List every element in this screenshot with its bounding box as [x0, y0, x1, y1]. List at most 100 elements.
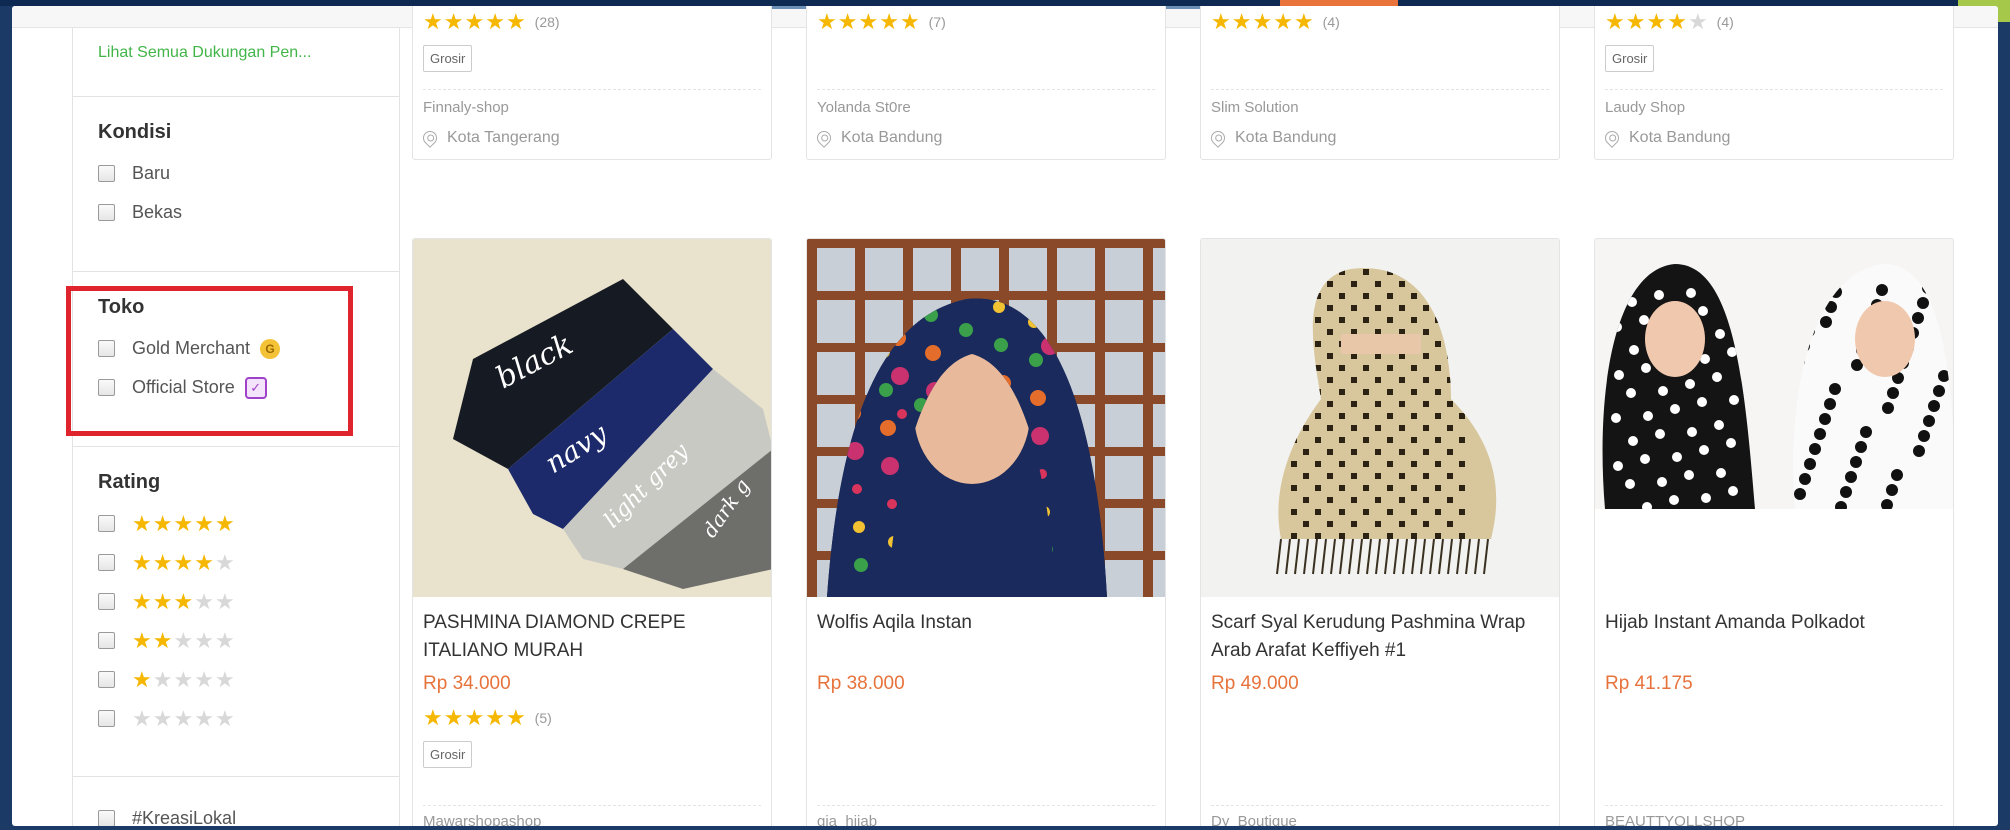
location-text: Kota Bandung — [1629, 129, 1731, 146]
filter-rating-2[interactable]: ★★★★★ — [98, 621, 399, 660]
rating-3-checkbox[interactable] — [98, 593, 115, 610]
shop-name[interactable]: Dy_Boutique — [1211, 813, 1297, 826]
filter-rating-3[interactable]: ★★★★★ — [98, 582, 399, 621]
shop-name[interactable]: gia_hijab — [817, 813, 877, 826]
rating-stars-icon: ★★★★★ — [132, 705, 236, 731]
filter-official-store[interactable]: Official Store ✓ — [98, 368, 399, 407]
rating-stars-icon: ★★★★★ — [1211, 9, 1315, 34]
location-pin-icon — [1602, 128, 1622, 148]
rating-1-checkbox[interactable] — [98, 671, 115, 688]
filter-bekas[interactable]: Bekas — [98, 193, 399, 232]
card-divider — [423, 805, 761, 806]
kreasi-section: #KreasiLokal — [73, 777, 399, 826]
card-divider — [1211, 89, 1549, 90]
product-card-top-3[interactable]: ★★★★★ (4) Slim Solution Kota Bandung — [1200, 6, 1560, 160]
review-count: (28) — [534, 14, 560, 30]
baru-label: Baru — [132, 163, 171, 183]
product-card-1[interactable]: black navy light grey dark g PASHMINA DIAMON… — [412, 238, 772, 826]
kondisi-section: Kondisi Baru Bekas — [73, 97, 399, 272]
rating-4-checkbox[interactable] — [98, 554, 115, 571]
product-name[interactable]: Scarf Syal Kerudung Pashmina Wrap Arab A… — [1201, 597, 1559, 677]
product-image-wrap[interactable]: black navy light grey dark g — [413, 239, 771, 597]
review-count: (4) — [1322, 14, 1340, 30]
filter-rating-0[interactable]: ★★★★★ — [98, 699, 399, 738]
kondisi-title: Kondisi — [98, 121, 172, 143]
support-link[interactable]: Lihat Semua Dukungan Pen... — [98, 28, 399, 96]
official-store-checkbox[interactable] — [98, 379, 115, 396]
product-image[interactable] — [1201, 239, 1559, 597]
shop-name[interactable]: BEAUTTYOLLSHOP — [1605, 813, 1745, 826]
bekas-label: Bekas — [132, 202, 183, 222]
rating-stars-icon: ★★★★★ — [1605, 9, 1709, 34]
location-pin-icon — [814, 128, 834, 148]
product-price: Rp 41.175 — [1605, 673, 1693, 694]
gold-merchant-label: Gold Merchant — [132, 338, 251, 358]
product-name[interactable]: Hijab Instant Amanda Polkadot — [1595, 597, 1953, 677]
product-name[interactable]: Wolfis Aqila Instan — [807, 597, 1165, 677]
baru-checkbox[interactable] — [98, 165, 115, 182]
rating-stars-icon: ★★★★★ — [423, 9, 527, 34]
shop-location: Kota Bandung — [814, 128, 943, 148]
card-divider — [1605, 805, 1943, 806]
official-store-label: Official Store — [132, 377, 235, 397]
shop-location: Kota Bandung — [1602, 128, 1731, 148]
location-text: Kota Tangerang — [447, 129, 560, 146]
product-card-top-2[interactable]: ★★★★★ (7) Yolanda St0re Kota Bandung — [806, 6, 1166, 160]
filter-rating-5[interactable]: ★★★★★ — [98, 504, 399, 543]
location-pin-icon — [420, 128, 440, 148]
card-divider — [817, 805, 1155, 806]
rating-5-checkbox[interactable] — [98, 515, 115, 532]
toko-title: Toko — [98, 296, 145, 318]
shop-location: Kota Tangerang — [420, 128, 560, 148]
product-image-wrap[interactable] — [1201, 239, 1559, 597]
shop-location: Kota Bandung — [1208, 128, 1336, 148]
location-text: Kota Bandung — [841, 129, 943, 146]
kreasi-lokal-checkbox[interactable] — [98, 810, 115, 826]
rating-stars-icon: ★★★★★ — [132, 666, 236, 692]
shop-name[interactable]: Slim Solution — [1211, 99, 1299, 116]
rating-stars-icon: ★★★★★ — [132, 588, 236, 614]
review-count: (4) — [1716, 14, 1734, 30]
product-price: Rp 34.000 — [423, 673, 511, 694]
product-card-4[interactable]: Hijab Instant Amanda Polkadot Rp 41.175 BE… — [1594, 238, 1954, 826]
grosir-badge: Grosir — [423, 741, 473, 768]
product-name[interactable]: PASHMINA DIAMOND CREPE ITALIANO MURAH — [413, 597, 771, 677]
grosir-badge: Grosir — [423, 45, 473, 72]
product-card-top-4[interactable]: ★★★★★ (4) Grosir Laudy Shop Kota Bandung — [1594, 6, 1954, 160]
support-section: Lihat Semua Dukungan Pen... — [73, 28, 399, 97]
shop-name[interactable]: Mawarshopashop — [423, 813, 541, 826]
rating-section: Rating ★★★★★ ★★★★★ ★★★★★ ★★★★★ ★★★★★ ★★★★★ — [73, 447, 399, 777]
browser-viewport: Lihat Semua Dukungan Pen... Kondisi Baru… — [12, 6, 1998, 826]
product-price: Rp 38.000 — [817, 673, 905, 694]
filter-rating-4[interactable]: ★★★★★ — [98, 543, 399, 582]
shop-name[interactable]: Finnaly-shop — [423, 99, 509, 116]
rating-stars-icon: ★★★★★ — [817, 9, 921, 34]
rating-title: Rating — [98, 471, 161, 493]
product-image[interactable] — [1595, 239, 1953, 597]
product-card-3[interactable]: Scarf Syal Kerudung Pashmina Wrap Arab A… — [1200, 238, 1560, 826]
shop-name[interactable]: Yolanda St0re — [817, 99, 911, 116]
filter-gold-merchant[interactable]: Gold Merchant G — [98, 329, 399, 368]
review-count: (5) — [534, 710, 552, 726]
product-image-wrap[interactable] — [807, 239, 1165, 597]
product-image[interactable] — [807, 239, 1165, 597]
toko-section: Toko Gold Merchant G Official Store ✓ — [73, 272, 399, 447]
location-pin-icon — [1208, 128, 1228, 148]
card-divider — [817, 89, 1155, 90]
rating-2-checkbox[interactable] — [98, 632, 115, 649]
product-image-wrap[interactable] — [1595, 239, 1953, 597]
gold-merchant-checkbox[interactable] — [98, 340, 115, 357]
product-card-top-1[interactable]: ★★★★★ (28) Grosir Finnaly-shop Kota Tangeran… — [412, 6, 772, 160]
official-store-badge-icon: ✓ — [244, 376, 267, 399]
filter-baru[interactable]: Baru — [98, 154, 399, 193]
rating-stars-icon: ★★★★★ — [132, 549, 236, 575]
product-image[interactable]: blacknavylight grey dark g — [413, 239, 771, 597]
card-divider — [1211, 805, 1549, 806]
product-card-2[interactable]: Wolfis Aqila Instan Rp 38.000 gia_hijab — [806, 238, 1166, 826]
bekas-checkbox[interactable] — [98, 204, 115, 221]
filter-kreasi-lokal[interactable]: #KreasiLokal — [98, 799, 399, 826]
rating-stars-icon: ★★★★★ — [132, 510, 236, 536]
filter-rating-1[interactable]: ★★★★★ — [98, 660, 399, 699]
shop-name[interactable]: Laudy Shop — [1605, 99, 1685, 116]
rating-0-checkbox[interactable] — [98, 710, 115, 727]
